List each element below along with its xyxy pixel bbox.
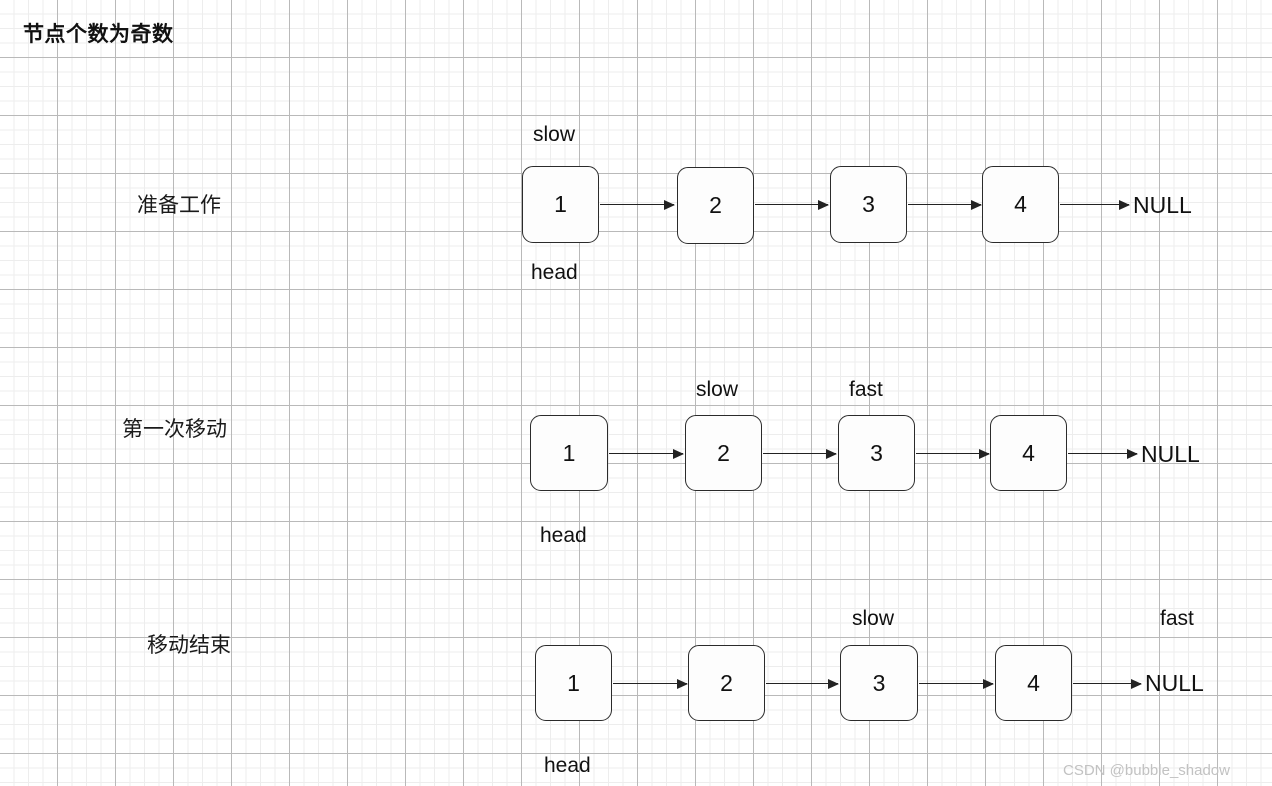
row3-node-3: 3 bbox=[840, 645, 918, 721]
row1-null-terminator: NULL bbox=[1133, 192, 1192, 218]
row3-arrow-1-to-2 bbox=[613, 678, 688, 689]
row3-slow-pointer-label: slow bbox=[852, 607, 895, 630]
row1-node-4: 4 bbox=[982, 166, 1059, 243]
row2-arrow-1-to-2 bbox=[609, 448, 684, 459]
row3-fast-pointer-label: fast bbox=[1160, 607, 1194, 630]
row1-node-3: 3 bbox=[830, 166, 907, 243]
row1-node-4-value: 4 bbox=[1014, 191, 1027, 217]
row2-node-3: 3 bbox=[838, 415, 915, 491]
row3-node-4-value: 4 bbox=[1027, 669, 1040, 696]
row1-node-1: 1 bbox=[522, 166, 599, 243]
csdn-watermark: CSDN @bubble_shadow bbox=[1063, 762, 1230, 779]
row2-node-2: 2 bbox=[685, 415, 762, 491]
row1-node-2-value: 2 bbox=[709, 192, 722, 218]
row1-node-3-value: 3 bbox=[862, 191, 875, 217]
row1-head-pointer-label: head bbox=[531, 261, 578, 284]
row1-arrow-1-to-2 bbox=[600, 199, 675, 210]
row3-arrow-4-to-null bbox=[1073, 678, 1142, 689]
row3-head-pointer-label: head bbox=[544, 754, 591, 777]
row3-arrow-3-to-4 bbox=[919, 678, 994, 689]
row2-arrow-4-to-null bbox=[1068, 448, 1138, 459]
row2-null-terminator: NULL bbox=[1141, 441, 1200, 467]
page-title: 节点个数为奇数 bbox=[23, 23, 174, 46]
row3-node-3-value: 3 bbox=[872, 669, 886, 696]
row2-node-4-value: 4 bbox=[1022, 439, 1035, 466]
row2-arrow-2-to-3 bbox=[763, 448, 837, 459]
row2-node-4: 4 bbox=[990, 415, 1067, 491]
row1-arrow-3-to-4 bbox=[908, 199, 982, 210]
row3-node-2-value: 2 bbox=[720, 669, 733, 696]
row-label-move-end: 移动结束 bbox=[147, 634, 231, 657]
row2-fast-pointer-label: fast bbox=[849, 378, 883, 401]
row1-node-2: 2 bbox=[677, 167, 754, 244]
row1-node-1-value: 1 bbox=[554, 191, 567, 217]
row3-arrow-2-to-3 bbox=[766, 678, 839, 689]
row1-arrow-4-to-null bbox=[1060, 199, 1130, 210]
row2-head-pointer-label: head bbox=[540, 524, 587, 547]
diagram-canvas: 节点个数为奇数 准备工作 slow 1 2 3 4 NULL head 第一次移… bbox=[0, 0, 1272, 786]
row1-arrow-2-to-3 bbox=[755, 199, 829, 210]
row3-node-1: 1 bbox=[535, 645, 612, 721]
row-label-first-move: 第一次移动 bbox=[122, 418, 227, 441]
row2-node-2-value: 2 bbox=[717, 439, 730, 466]
row3-node-4: 4 bbox=[995, 645, 1072, 721]
row3-node-2: 2 bbox=[688, 645, 765, 721]
row2-slow-pointer-label: slow bbox=[696, 378, 739, 401]
row3-node-1-value: 1 bbox=[567, 669, 580, 696]
row2-node-1-value: 1 bbox=[562, 439, 576, 466]
row1-slow-pointer-label: slow bbox=[533, 123, 576, 146]
row3-null-terminator: NULL bbox=[1145, 670, 1204, 696]
row-label-preparation: 准备工作 bbox=[137, 194, 221, 217]
row2-node-1: 1 bbox=[530, 415, 608, 491]
row2-node-3-value: 3 bbox=[870, 439, 883, 466]
row2-arrow-3-to-4 bbox=[916, 448, 990, 459]
